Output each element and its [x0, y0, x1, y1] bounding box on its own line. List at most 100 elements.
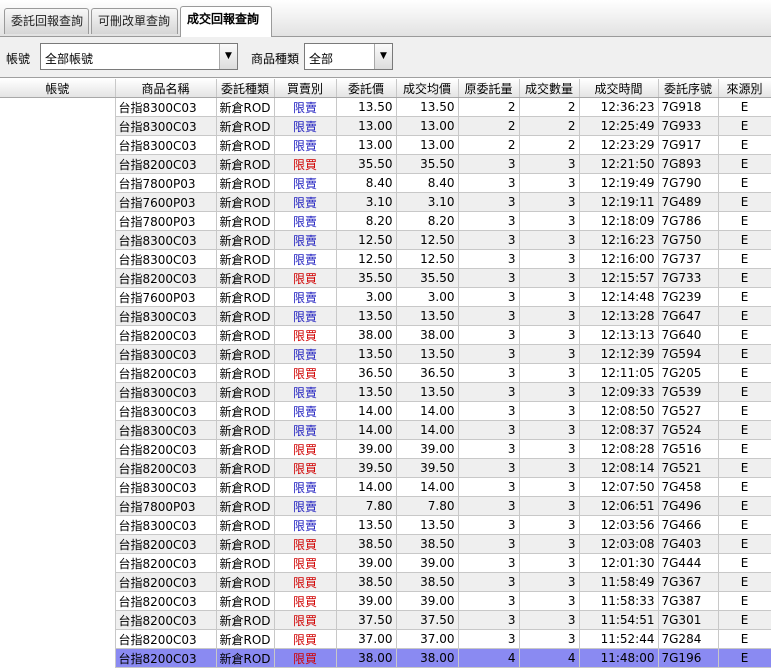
table-row[interactable]: 台指8300C03 新倉ROD 限賣 12.50 12.50 3 3 12:16:00 7G73… — [0, 249, 771, 269]
table-row[interactable]: 台指7800P03 新倉ROD 限賣 8.40 8.40 3 3 12:19:49 7G790 E — [0, 173, 771, 193]
cell-source: E — [718, 363, 771, 383]
cell-order-qty: 3 — [458, 363, 520, 383]
table-row[interactable]: 台指8300C03 新倉ROD 限賣 12.50 12.50 3 3 12:16:23 7G75… — [0, 230, 771, 250]
table-row[interactable]: 台指8200C03 新倉ROD 限買 35.50 35.50 3 3 12:15:57 7G73… — [0, 268, 771, 288]
column-header-price[interactable]: 委託價 — [336, 79, 397, 98]
cell-fill-qty: 3 — [519, 325, 580, 345]
cell-product: 台指8200C03 — [115, 268, 217, 288]
cell-product: 台指8200C03 — [115, 363, 217, 383]
tab-modifiable-orders[interactable]: 可刪改單查詢 — [91, 8, 178, 34]
cell-order-type: 新倉ROD — [216, 420, 275, 440]
chevron-down-icon[interactable]: ▼ — [219, 44, 237, 69]
column-header-side[interactable]: 買賣別 — [274, 79, 337, 98]
cell-avg-price: 13.50 — [396, 306, 459, 326]
cell-fill-time: 12:19:49 — [579, 173, 659, 193]
table-row[interactable]: 台指8300C03 新倉ROD 限賣 13.50 13.50 2 2 12:36:23 7G91… — [0, 97, 771, 668]
cell-side: 限買 — [274, 591, 337, 611]
cell-price: 38.50 — [336, 534, 397, 554]
cell-fill-time: 12:36:23 — [579, 97, 659, 117]
column-header-order-qty[interactable]: 原委託量 — [458, 79, 520, 98]
column-header-product[interactable]: 商品名稱 — [115, 79, 217, 98]
table-row[interactable]: 台指8200C03 新倉ROD 限買 38.50 38.50 3 3 11:58:49 7G36… — [0, 572, 771, 592]
cell-fill-time: 12:03:56 — [579, 515, 659, 535]
table-row[interactable]: 台指7800P03 新倉ROD 限賣 8.20 8.20 3 3 12:18:09 7G786 E — [0, 211, 771, 231]
cell-avg-price: 13.50 — [396, 515, 459, 535]
cell-source: E — [718, 154, 771, 174]
table-row[interactable]: 台指8200C03 新倉ROD 限買 39.00 39.00 3 3 12:08:28 7G51… — [0, 439, 771, 459]
tab-order-report[interactable]: 委託回報查詢 — [4, 8, 89, 34]
table-row[interactable]: 台指8200C03 新倉ROD 限買 39.00 39.00 3 3 12:01:30 7G44… — [0, 553, 771, 573]
cell-fill-time: 12:12:39 — [579, 344, 659, 364]
table-row[interactable]: 台指8200C03 新倉ROD 限買 35.50 35.50 3 3 12:21:50 7G89… — [0, 154, 771, 174]
cell-order-qty: 3 — [458, 287, 520, 307]
cell-order-qty: 3 — [458, 211, 520, 231]
cell-order-type: 新倉ROD — [216, 648, 275, 668]
cell-serial: 7G387 — [658, 591, 719, 611]
table-row[interactable]: 台指8300C03 新倉ROD 限賣 13.50 13.50 3 3 12:13:28 7G64… — [0, 306, 771, 326]
cell-fill-qty: 2 — [519, 135, 580, 155]
cell-serial: 7G284 — [658, 629, 719, 649]
table-row[interactable]: 台指8200C03 新倉ROD 限買 37.50 37.50 3 3 11:54:51 7G30… — [0, 610, 771, 630]
cell-avg-price: 39.00 — [396, 439, 459, 459]
table-row[interactable]: 台指8300C03 新倉ROD 限賣 13.00 13.00 2 2 12:25:49 7G93… — [0, 116, 771, 136]
table-row[interactable]: 台指8200C03 新倉ROD 限買 39.50 39.50 3 3 12:08:14 7G52… — [0, 458, 771, 478]
column-header-source[interactable]: 來源別 — [718, 79, 771, 98]
cell-price: 37.00 — [336, 629, 397, 649]
table-row[interactable]: 台指8200C03 新倉ROD 限買 39.00 39.00 3 3 11:58:33 7G38… — [0, 591, 771, 611]
cell-serial: 7G521 — [658, 458, 719, 478]
cell-order-type: 新倉ROD — [216, 610, 275, 630]
product-type-select[interactable]: 全部 ▼ — [304, 43, 393, 70]
cell-side: 限賣 — [274, 97, 337, 117]
table-row[interactable]: 台指8200C03 新倉ROD 限買 38.50 38.50 3 3 12:03:08 7G40… — [0, 534, 771, 554]
cell-side: 限買 — [274, 553, 337, 573]
cell-fill-time: 12:08:28 — [579, 439, 659, 459]
column-header-avg-price[interactable]: 成交均價 — [396, 79, 459, 98]
tab-fill-report[interactable]: 成交回報查詢 — [180, 6, 272, 37]
cell-order-qty: 3 — [458, 610, 520, 630]
chevron-down-icon[interactable]: ▼ — [374, 44, 392, 69]
table-row[interactable]: 台指8200C03 新倉ROD 限買 38.00 38.00 4 4 11:48:00 7G19… — [0, 648, 771, 668]
account-select-value: 全部帳號 — [45, 52, 94, 66]
cell-price: 35.50 — [336, 268, 397, 288]
table-row[interactable]: 台指8300C03 新倉ROD 限賣 13.50 13.50 3 3 12:03:56 7G46… — [0, 515, 771, 535]
table-row[interactable]: 台指7800P03 新倉ROD 限賣 7.80 7.80 3 3 12:06:51 7G496 E — [0, 496, 771, 516]
column-header-account[interactable]: 帳號 — [0, 79, 116, 98]
cell-side: 限買 — [274, 268, 337, 288]
table-row[interactable]: 台指8300C03 新倉ROD 限賣 13.50 13.50 3 3 12:12:39 7G59… — [0, 344, 771, 364]
cell-product: 台指8200C03 — [115, 553, 217, 573]
table-row[interactable]: 台指7600P03 新倉ROD 限賣 3.00 3.00 3 3 12:14:48 7G239 E — [0, 287, 771, 307]
cell-side: 限賣 — [274, 192, 337, 212]
table-row[interactable]: 台指8300C03 新倉ROD 限賣 14.00 14.00 3 3 12:08:50 7G52… — [0, 401, 771, 421]
cell-source: E — [718, 268, 771, 288]
table-row[interactable]: 台指8200C03 新倉ROD 限買 37.00 37.00 3 3 11:52:44 7G28… — [0, 629, 771, 649]
cell-source: E — [718, 173, 771, 193]
cell-product: 台指8300C03 — [115, 401, 217, 421]
cell-product: 台指8300C03 — [115, 477, 217, 497]
cell-serial: 7G750 — [658, 230, 719, 250]
cell-order-qty: 3 — [458, 230, 520, 250]
table-row[interactable]: 台指8200C03 新倉ROD 限買 36.50 36.50 3 3 12:11:05 7G20… — [0, 363, 771, 383]
cell-price: 39.00 — [336, 553, 397, 573]
account-select[interactable]: 全部帳號 ▼ — [40, 43, 238, 70]
column-header-fill-time[interactable]: 成交時間 — [579, 79, 659, 98]
table-row[interactable]: 台指8300C03 新倉ROD 限賣 14.00 14.00 3 3 12:07:50 7G45… — [0, 477, 771, 497]
table-row[interactable]: 台指8300C03 新倉ROD 限賣 14.00 14.00 3 3 12:08:37 7G52… — [0, 420, 771, 440]
table-row[interactable]: 台指8200C03 新倉ROD 限買 38.00 38.00 3 3 12:13:13 7G64… — [0, 325, 771, 345]
cell-serial: 7G496 — [658, 496, 719, 516]
column-header-fill-qty[interactable]: 成交數量 — [519, 79, 580, 98]
column-header-serial[interactable]: 委託序號 — [658, 79, 719, 98]
cell-side: 限賣 — [274, 249, 337, 269]
cell-product: 台指8300C03 — [115, 135, 217, 155]
table-row[interactable]: 台指8300C03 新倉ROD 限賣 13.00 13.00 2 2 12:23:29 7G91… — [0, 135, 771, 155]
cell-product: 台指8300C03 — [115, 97, 217, 117]
cell-side: 限賣 — [274, 344, 337, 364]
cell-product: 台指8200C03 — [115, 154, 217, 174]
table-row[interactable]: 台指7600P03 新倉ROD 限賣 3.10 3.10 3 3 12:19:11 7G489 E — [0, 192, 771, 212]
cell-product: 台指8200C03 — [115, 458, 217, 478]
cell-source: E — [718, 230, 771, 250]
cell-source: E — [718, 591, 771, 611]
cell-source: E — [718, 439, 771, 459]
column-header-order-type[interactable]: 委託種類 — [216, 79, 275, 98]
table-row[interactable]: 台指8300C03 新倉ROD 限賣 13.50 13.50 3 3 12:09:33 7G53… — [0, 382, 771, 402]
cell-source: E — [718, 496, 771, 516]
